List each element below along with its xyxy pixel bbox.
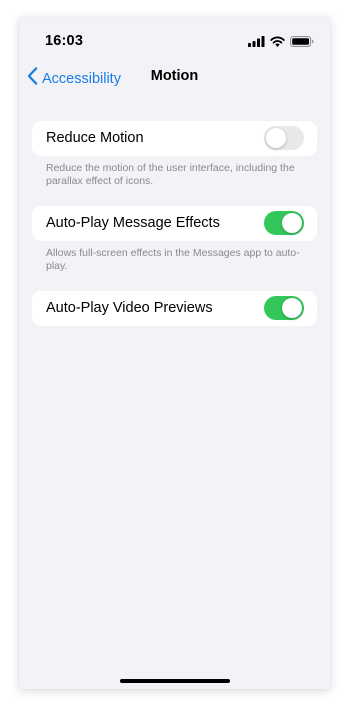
reduce-motion-toggle[interactable] <box>264 126 304 150</box>
reduce-motion-footer: Reduce the motion of the user interface,… <box>46 162 295 187</box>
toggle-knob <box>266 128 286 148</box>
message-effects-row: Auto-Play Message Effects <box>32 206 317 241</box>
message-effects-footer: Allows full-screen effects in the Messag… <box>46 247 300 272</box>
message-effects-label: Auto-Play Message Effects <box>46 215 220 231</box>
navigation-bar: Accessibility Motion <box>19 63 330 93</box>
toggle-knob <box>282 298 302 318</box>
toggle-knob <box>282 213 302 233</box>
reduce-motion-label: Reduce Motion <box>46 130 144 146</box>
home-indicator[interactable] <box>120 679 230 683</box>
message-effects-toggle[interactable] <box>264 211 304 235</box>
video-previews-toggle[interactable] <box>264 296 304 320</box>
video-previews-label: Auto-Play Video Previews <box>46 300 213 316</box>
page-title-text: Motion <box>150 68 199 84</box>
video-previews-row: Auto-Play Video Previews <box>32 291 317 326</box>
wifi-icon <box>270 34 285 52</box>
cellular-signal-icon <box>248 34 265 52</box>
battery-icon <box>290 34 314 52</box>
status-time: 16:03 <box>45 33 84 49</box>
reduce-motion-row: Reduce Motion <box>32 121 317 156</box>
phone-screen: 16:03 Accessibility Motion Reduce Motion… <box>19 17 330 689</box>
status-bar: 16:03 <box>19 17 330 63</box>
page-title: Motion <box>19 68 330 84</box>
status-icons <box>248 34 314 52</box>
